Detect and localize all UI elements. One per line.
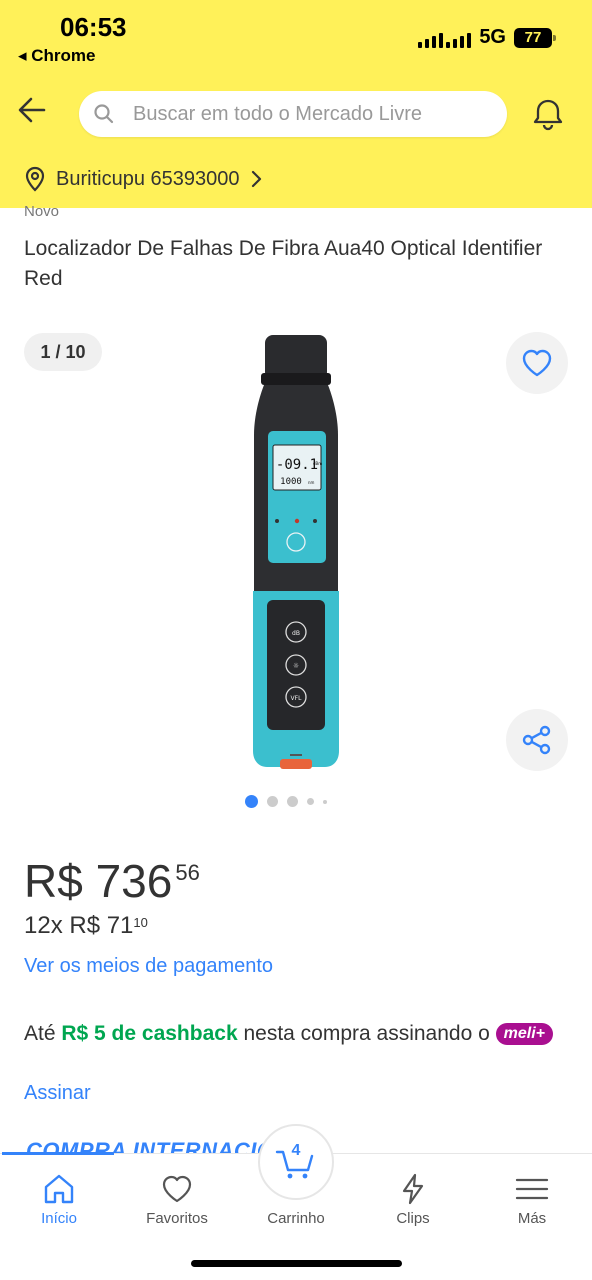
lightning-icon [402,1173,424,1205]
back-arrow-icon[interactable] [16,92,48,128]
nav-label-mas: Más [517,1210,547,1227]
product-title: Localizador De Falhas De Fibra Aua40 Opt… [24,237,543,290]
notifications-bell-icon[interactable] [530,96,566,132]
price-amount: R$ 736 [24,855,173,907]
carousel-dots[interactable] [245,795,327,808]
cashback-prefix: Até [24,1022,62,1045]
search-input[interactable]: Buscar em todo o Mercado Livre [79,91,507,137]
nav-item-favoritos[interactable]: Favoritos [122,1172,232,1227]
nav-label-carrinho: Carrinho [267,1210,325,1227]
device-reading-unit: dBm [313,461,322,466]
device-light-button: ☼ [293,662,299,670]
location-text: Buriticupu 65393000 [56,167,240,190]
home-indicator [191,1260,402,1267]
back-to-chrome-link[interactable]: ◂ Chrome [18,46,96,66]
nav-label-inicio: Início [41,1210,77,1227]
menu-icon [515,1178,549,1200]
device-wavelength-unit: nm [308,480,315,485]
carousel-dot[interactable] [323,799,327,804]
delivery-location[interactable]: Buriticupu 65393000 [24,166,263,192]
battery-icon: 77 [514,27,556,48]
nav-active-indicator [2,1152,114,1155]
search-placeholder: Buscar em todo o Mercado Livre [133,102,423,125]
share-button[interactable] [506,709,568,771]
product-condition: Novo [24,203,60,220]
cashback-middle: nesta compra assinando o [237,1022,496,1045]
carousel-dot[interactable] [287,796,298,807]
device-wavelength: 1000 [280,477,302,487]
location-pin-icon [25,166,45,192]
subscribe-link[interactable]: Assinar [24,1082,91,1105]
nav-label-clips: Clips [396,1210,430,1227]
cart-button[interactable]: 4 [258,1124,334,1200]
carousel-dot[interactable] [267,796,278,807]
price-cents: 56 [175,860,200,885]
price: R$ 736 56 [24,854,200,908]
carousel-dot[interactable] [245,795,258,808]
home-icon [44,1174,74,1204]
meli-plus-badge: meli+ [495,1023,553,1045]
share-icon [522,725,551,755]
payment-methods-link[interactable]: Ver os meios de pagamento [24,955,273,978]
cashback-text: Até R$ 5 de cashback nesta compra assina… [24,1019,564,1049]
signal-icon [418,28,472,48]
favorite-button[interactable] [506,332,568,394]
heart-icon [522,349,552,377]
status-time: 06:53 [60,12,127,42]
product-image[interactable]: -09.1 dBm 1000 nm dB ☼ VFL [250,335,342,769]
nav-label-favoritos: Favoritos [146,1210,208,1227]
heart-icon [162,1175,192,1203]
device-db-button: dB [292,630,300,637]
status-icons: 5G 77 [418,26,556,49]
installments: 12x R$ 71 10 [24,912,148,940]
device-vfl-button: VFL [291,695,303,702]
device-reading: -09.1 [276,457,318,473]
image-counter: 1 / 10 [24,333,102,371]
installments-cents: 10 [133,915,148,930]
nav-item-clips[interactable]: Clips [358,1172,468,1227]
carousel-dot[interactable] [307,798,314,805]
battery-level: 77 [524,29,542,46]
nav-item-mas[interactable]: Más [477,1172,587,1227]
installments-amount: 12x R$ 71 [24,912,134,939]
cart-count-badge: 4 [291,1142,301,1159]
cashback-amount: R$ 5 de cashback [61,1022,238,1045]
chevron-right-icon [252,170,262,188]
app-header: 06:53 ◂ Chrome 5G 77 Buscar em todo o Me… [0,0,592,208]
network-type: 5G [479,26,506,48]
nav-item-inicio[interactable]: Início [4,1172,114,1227]
search-icon [94,104,114,124]
